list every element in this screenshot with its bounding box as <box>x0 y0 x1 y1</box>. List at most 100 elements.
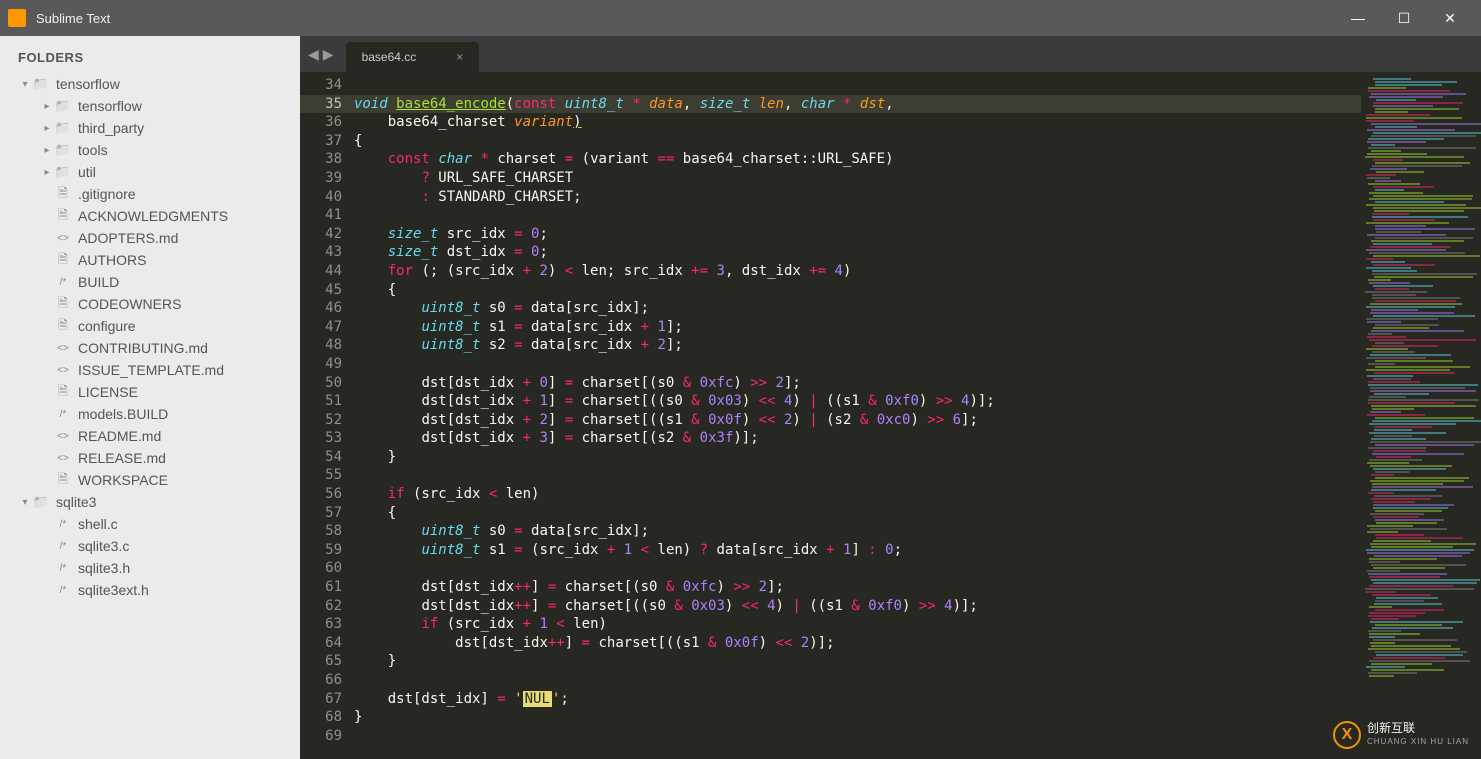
line-number[interactable]: 66 <box>300 671 342 690</box>
code-line[interactable]: size_t src_idx = 0; <box>350 225 1361 244</box>
line-number[interactable]: 34 <box>300 76 342 95</box>
folder-item[interactable]: ▸third_party <box>0 117 300 139</box>
code-line[interactable]: if (src_idx + 1 < len) <box>350 615 1361 634</box>
code-line[interactable]: base64_charset variant) <box>350 113 1361 132</box>
file-item[interactable]: sqlite3.h <box>0 557 300 579</box>
code-line[interactable]: size_t dst_idx = 0; <box>350 243 1361 262</box>
line-number[interactable]: 51 <box>300 392 342 411</box>
code-line[interactable] <box>350 727 1361 746</box>
file-item[interactable]: CONTRIBUTING.md <box>0 337 300 359</box>
line-number[interactable]: 48 <box>300 336 342 355</box>
line-number[interactable]: 55 <box>300 466 342 485</box>
code-line[interactable]: dst[dst_idx + 2] = charset[((s1 & 0x0f) … <box>350 411 1361 430</box>
file-item[interactable]: ADOPTERS.md <box>0 227 300 249</box>
code-line[interactable]: dst[dst_idx] = 'NUL'; <box>350 690 1361 709</box>
code-line[interactable]: dst[dst_idx++] = charset[((s0 & 0x03) <<… <box>350 597 1361 616</box>
code-line[interactable]: { <box>350 132 1361 151</box>
file-item[interactable]: shell.c <box>0 513 300 535</box>
file-item[interactable]: CODEOWNERS <box>0 293 300 315</box>
code-line[interactable] <box>350 559 1361 578</box>
tab-base64[interactable]: base64.cc × <box>346 42 480 72</box>
code-line[interactable] <box>350 355 1361 374</box>
code-line[interactable]: for (; (src_idx + 2) < len; src_idx += 3… <box>350 262 1361 281</box>
code-line[interactable]: uint8_t s1 = data[src_idx + 1]; <box>350 318 1361 337</box>
code-line[interactable]: { <box>350 281 1361 300</box>
line-number[interactable]: 68 <box>300 708 342 727</box>
file-item[interactable]: BUILD <box>0 271 300 293</box>
line-number[interactable]: 64 <box>300 634 342 653</box>
line-number[interactable]: 59 <box>300 541 342 560</box>
code-line[interactable]: } <box>350 652 1361 671</box>
file-item[interactable]: ISSUE_TEMPLATE.md <box>0 359 300 381</box>
file-item[interactable]: sqlite3.c <box>0 535 300 557</box>
code-line[interactable] <box>350 206 1361 225</box>
line-number[interactable]: 43 <box>300 243 342 262</box>
line-number[interactable]: 47 <box>300 318 342 337</box>
line-number[interactable]: 60 <box>300 559 342 578</box>
code-line[interactable]: } <box>350 708 1361 727</box>
line-number[interactable]: 46 <box>300 299 342 318</box>
line-number[interactable]: 69 <box>300 727 342 746</box>
code-line[interactable]: dst[dst_idx++] = charset[((s1 & 0x0f) <<… <box>350 634 1361 653</box>
code-line[interactable]: uint8_t s0 = data[src_idx]; <box>350 299 1361 318</box>
file-item[interactable]: .gitignore <box>0 183 300 205</box>
code-editor[interactable]: void base64_encode(const uint8_t * data,… <box>350 72 1361 759</box>
line-number[interactable]: 54 <box>300 448 342 467</box>
line-number[interactable]: 61 <box>300 578 342 597</box>
line-gutter[interactable]: 3435363738394041424344454647484950515253… <box>300 72 350 759</box>
line-number[interactable]: 39 <box>300 169 342 188</box>
code-line[interactable]: uint8_t s2 = data[src_idx + 2]; <box>350 336 1361 355</box>
line-number[interactable]: 42 <box>300 225 342 244</box>
line-number[interactable]: 38 <box>300 150 342 169</box>
line-number[interactable]: 45 <box>300 281 342 300</box>
nav-back-icon[interactable]: ◀ <box>308 46 319 63</box>
code-line[interactable] <box>350 76 1361 95</box>
file-item[interactable]: sqlite3ext.h <box>0 579 300 601</box>
line-number[interactable]: 50 <box>300 374 342 393</box>
line-number[interactable]: 49 <box>300 355 342 374</box>
code-line[interactable]: ? URL_SAFE_CHARSET <box>350 169 1361 188</box>
folder-item[interactable]: ▸tensorflow <box>0 95 300 117</box>
line-number[interactable]: 41 <box>300 206 342 225</box>
file-item[interactable]: ACKNOWLEDGMENTS <box>0 205 300 227</box>
file-item[interactable]: RELEASE.md <box>0 447 300 469</box>
line-number[interactable]: 56 <box>300 485 342 504</box>
line-number[interactable]: 62 <box>300 597 342 616</box>
close-icon[interactable]: × <box>456 50 463 64</box>
maximize-button[interactable]: ☐ <box>1381 0 1427 36</box>
line-number[interactable]: 53 <box>300 429 342 448</box>
sidebar[interactable]: FOLDERS ▾tensorflow▸tensorflow▸third_par… <box>0 36 300 759</box>
line-number[interactable]: 58 <box>300 522 342 541</box>
code-line[interactable]: void base64_encode(const uint8_t * data,… <box>350 95 1361 114</box>
minimap[interactable] <box>1361 72 1481 759</box>
line-number[interactable]: 52 <box>300 411 342 430</box>
line-number[interactable]: 63 <box>300 615 342 634</box>
code-line[interactable]: dst[dst_idx + 3] = charset[(s2 & 0x3f)]; <box>350 429 1361 448</box>
code-line[interactable]: { <box>350 504 1361 523</box>
file-item[interactable]: LICENSE <box>0 381 300 403</box>
file-item[interactable]: README.md <box>0 425 300 447</box>
line-number[interactable]: 57 <box>300 504 342 523</box>
line-number[interactable]: 65 <box>300 652 342 671</box>
code-line[interactable]: if (src_idx < len) <box>350 485 1361 504</box>
line-number[interactable]: 44 <box>300 262 342 281</box>
file-item[interactable]: AUTHORS <box>0 249 300 271</box>
folder-item[interactable]: ▾sqlite3 <box>0 491 300 513</box>
code-line[interactable]: : STANDARD_CHARSET; <box>350 188 1361 207</box>
file-item[interactable]: models.BUILD <box>0 403 300 425</box>
code-line[interactable]: const char * charset = (variant == base6… <box>350 150 1361 169</box>
code-line[interactable] <box>350 466 1361 485</box>
code-line[interactable]: dst[dst_idx + 1] = charset[((s0 & 0x03) … <box>350 392 1361 411</box>
minimize-button[interactable]: — <box>1335 0 1381 36</box>
file-item[interactable]: WORKSPACE <box>0 469 300 491</box>
nav-forward-icon[interactable]: ▶ <box>323 46 334 63</box>
line-number[interactable]: 37 <box>300 132 342 151</box>
code-line[interactable]: dst[dst_idx + 0] = charset[(s0 & 0xfc) >… <box>350 374 1361 393</box>
folder-item[interactable]: ▸util <box>0 161 300 183</box>
code-line[interactable]: uint8_t s0 = data[src_idx]; <box>350 522 1361 541</box>
code-line[interactable] <box>350 671 1361 690</box>
line-number[interactable]: 67 <box>300 690 342 709</box>
code-line[interactable]: uint8_t s1 = (src_idx + 1 < len) ? data[… <box>350 541 1361 560</box>
close-button[interactable]: ✕ <box>1427 0 1473 36</box>
code-line[interactable]: dst[dst_idx++] = charset[(s0 & 0xfc) >> … <box>350 578 1361 597</box>
